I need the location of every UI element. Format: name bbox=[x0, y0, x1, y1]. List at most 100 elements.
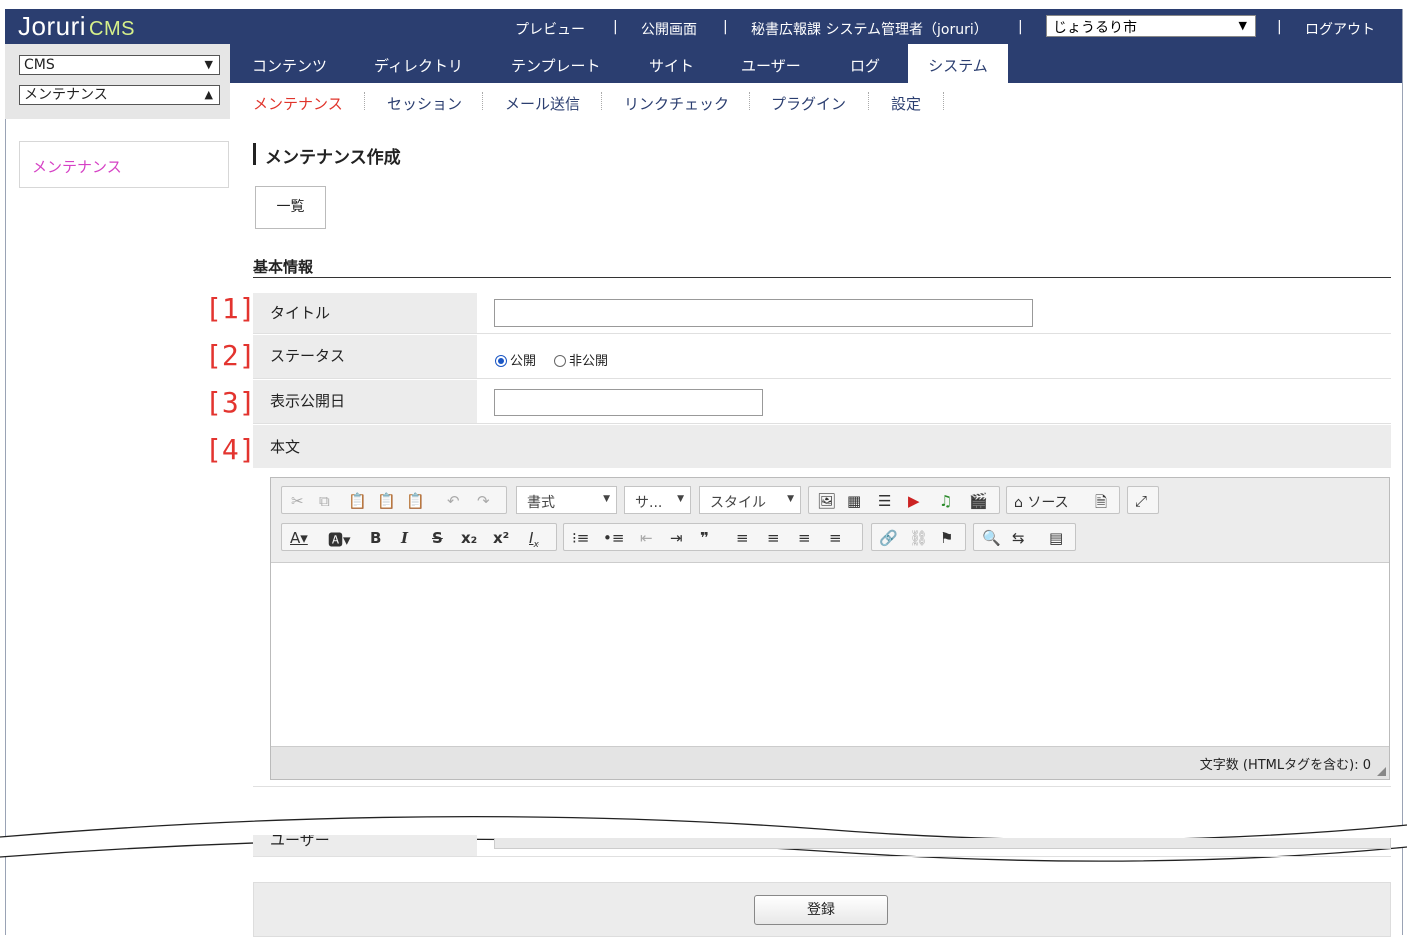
site-select[interactable]: じょうるり市 ▼ bbox=[1046, 15, 1256, 37]
search-group: 🔍 ⇆ ▤ bbox=[973, 523, 1076, 551]
text-color-icon[interactable]: A▾ bbox=[290, 529, 308, 547]
font-combo[interactable]: サ... ▼ bbox=[624, 486, 691, 514]
side-menu-item-maintenance[interactable]: メンテナンス bbox=[32, 156, 122, 177]
link-group: 🔗 ⛓ ⚑ bbox=[871, 523, 966, 551]
subscript-icon[interactable]: x₂ bbox=[461, 529, 477, 547]
status-label: ステータス bbox=[253, 335, 477, 378]
tab-contents[interactable]: コンテンツ bbox=[252, 44, 327, 83]
video-icon[interactable]: 🎬 bbox=[969, 492, 988, 510]
chevron-down-icon: ▼ bbox=[677, 494, 684, 504]
subtab-mail[interactable]: メール送信 bbox=[505, 93, 580, 114]
align-right-icon[interactable]: ≡ bbox=[798, 529, 811, 547]
font-combo-label: サ... bbox=[635, 495, 663, 511]
paste-text-icon[interactable]: 📋 bbox=[377, 492, 396, 510]
date-input[interactable] bbox=[494, 389, 763, 416]
tab-template[interactable]: テンプレート bbox=[511, 44, 601, 83]
bulleted-list-icon[interactable]: •≡ bbox=[603, 529, 624, 547]
background-color-icon[interactable]: 🅰▾ bbox=[328, 529, 351, 550]
subtab-maintenance[interactable]: メンテナンス bbox=[253, 93, 343, 114]
source-button[interactable]: ⌂ ソース bbox=[1014, 492, 1069, 512]
copy-icon[interactable]: ⧉ bbox=[319, 492, 330, 510]
italic-icon[interactable]: I bbox=[401, 529, 408, 547]
resize-grip-icon[interactable] bbox=[1377, 767, 1386, 776]
editor-content-area[interactable] bbox=[271, 562, 1389, 748]
logo-sub: CMS bbox=[89, 18, 135, 40]
subnav-divider bbox=[868, 92, 870, 110]
tab-log[interactable]: ログ bbox=[850, 44, 880, 83]
radio-unchecked-icon bbox=[554, 355, 566, 367]
maximize-icon[interactable]: ⤢ bbox=[1135, 492, 1147, 510]
preview-link[interactable]: プレビュー bbox=[515, 19, 585, 39]
link-icon[interactable]: 🔗 bbox=[879, 529, 898, 547]
section-heading: 基本情報 bbox=[253, 258, 314, 276]
justify-icon[interactable]: ≡ bbox=[829, 529, 842, 547]
status-public-radio[interactable]: 公開 bbox=[495, 350, 536, 369]
bold-icon[interactable]: B bbox=[370, 529, 381, 547]
format-combo[interactable]: 書式 ▼ bbox=[516, 486, 617, 514]
user-field[interactable] bbox=[494, 838, 1391, 849]
page-break-icon[interactable]: ▤ bbox=[1049, 529, 1063, 547]
menu-select[interactable]: メンテナンス ▲ bbox=[19, 85, 220, 105]
topbar-separator: | bbox=[1018, 19, 1023, 35]
tab-site[interactable]: サイト bbox=[649, 44, 694, 83]
paste-icon[interactable]: 📋 bbox=[348, 492, 367, 510]
outdent-icon[interactable]: ⇤ bbox=[640, 529, 653, 547]
strikethrough-icon[interactable]: S bbox=[432, 529, 443, 547]
table-icon[interactable]: ▦ bbox=[847, 492, 861, 510]
align-left-icon[interactable]: ≡ bbox=[736, 529, 749, 547]
superscript-icon[interactable]: x² bbox=[493, 529, 509, 547]
style-combo[interactable]: スタイル ▼ bbox=[699, 486, 801, 514]
maximize-group: ⤢ bbox=[1127, 486, 1159, 514]
list-button[interactable]: 一覧 bbox=[255, 186, 326, 229]
horizontal-rule-icon[interactable]: ☰ bbox=[878, 492, 891, 510]
undo-icon[interactable]: ↶ bbox=[447, 492, 460, 510]
tab-system[interactable]: システム bbox=[908, 44, 1008, 83]
redo-icon[interactable]: ↷ bbox=[477, 492, 490, 510]
body-label-row bbox=[253, 425, 1391, 468]
subtab-plugin[interactable]: プラグイン bbox=[771, 93, 846, 114]
remove-format-icon[interactable]: Ix bbox=[529, 529, 539, 550]
logout-link[interactable]: ログアウト bbox=[1305, 19, 1375, 39]
youtube-icon[interactable]: ▶ bbox=[908, 492, 920, 510]
clipboard-group: ✂ ⧉ 📋 📋 📋 ↶ ↷ bbox=[281, 486, 507, 514]
cut-icon[interactable]: ✂ bbox=[291, 492, 304, 510]
subtab-session[interactable]: セッション bbox=[387, 93, 462, 114]
current-user: 秘書広報課 システム管理者（joruri） bbox=[751, 22, 988, 38]
row-divider bbox=[253, 856, 1391, 857]
app-logo[interactable]: Joruri CMS bbox=[18, 11, 135, 42]
subtab-linkcheck[interactable]: リンクチェック bbox=[624, 93, 729, 114]
annotation-marker-3: [3] bbox=[205, 386, 256, 419]
char-count: 文字数 (HTMLタグを含む): 0 bbox=[1199, 758, 1371, 773]
title-label: タイトル bbox=[253, 293, 477, 333]
indent-icon[interactable]: ⇥ bbox=[670, 529, 683, 547]
tab-directory[interactable]: ディレクトリ bbox=[374, 44, 463, 83]
image-icon[interactable]: 🖼 bbox=[817, 492, 836, 510]
search-icon[interactable]: 🔍 bbox=[982, 529, 1001, 547]
tab-user[interactable]: ユーザー bbox=[741, 44, 801, 83]
blockquote-icon[interactable]: ❞ bbox=[700, 529, 709, 547]
title-input[interactable] bbox=[494, 299, 1033, 327]
status-private-radio[interactable]: 非公開 bbox=[554, 350, 608, 369]
unlink-icon[interactable]: ⛓ bbox=[909, 529, 928, 547]
paste-word-icon[interactable]: 📋 bbox=[406, 492, 425, 510]
editor-toolbar: ✂ ⧉ 📋 📋 📋 ↶ ↷ 書式 ▼ サ... ▼ スタイル ▼ 🖼 ▦ ☰ ▶ ♫ … bbox=[271, 478, 1389, 563]
cms-select[interactable]: CMS ▼ bbox=[19, 55, 220, 75]
chevron-down-icon: ▼ bbox=[603, 494, 610, 504]
replace-icon[interactable]: ⇆ bbox=[1012, 529, 1025, 547]
audio-icon[interactable]: ♫ bbox=[939, 492, 952, 510]
chevron-down-icon: ▼ bbox=[204, 58, 213, 71]
public-page-link[interactable]: 公開画面 bbox=[641, 19, 697, 39]
status-public-label: 公開 bbox=[510, 354, 537, 369]
subtab-settings[interactable]: 設定 bbox=[891, 93, 921, 114]
logo-main: Joruri bbox=[18, 11, 87, 41]
row-divider bbox=[253, 378, 1391, 379]
anchor-flag-icon[interactable]: ⚑ bbox=[940, 529, 953, 547]
align-center-icon[interactable]: ≡ bbox=[767, 529, 780, 547]
source-group: ⌂ ソース 🗎 bbox=[1006, 486, 1120, 514]
submit-button[interactable]: 登録 bbox=[754, 895, 888, 925]
document-icon[interactable]: 🗎 bbox=[1095, 492, 1107, 517]
annotation-marker-1: [1] bbox=[205, 292, 256, 325]
numbered-list-icon[interactable]: ⁝≡ bbox=[572, 529, 589, 547]
paragraph-group: ⁝≡ •≡ ⇤ ⇥ ❞ ≡ ≡ ≡ ≡ bbox=[563, 523, 863, 551]
topbar-separator: | bbox=[723, 19, 728, 35]
